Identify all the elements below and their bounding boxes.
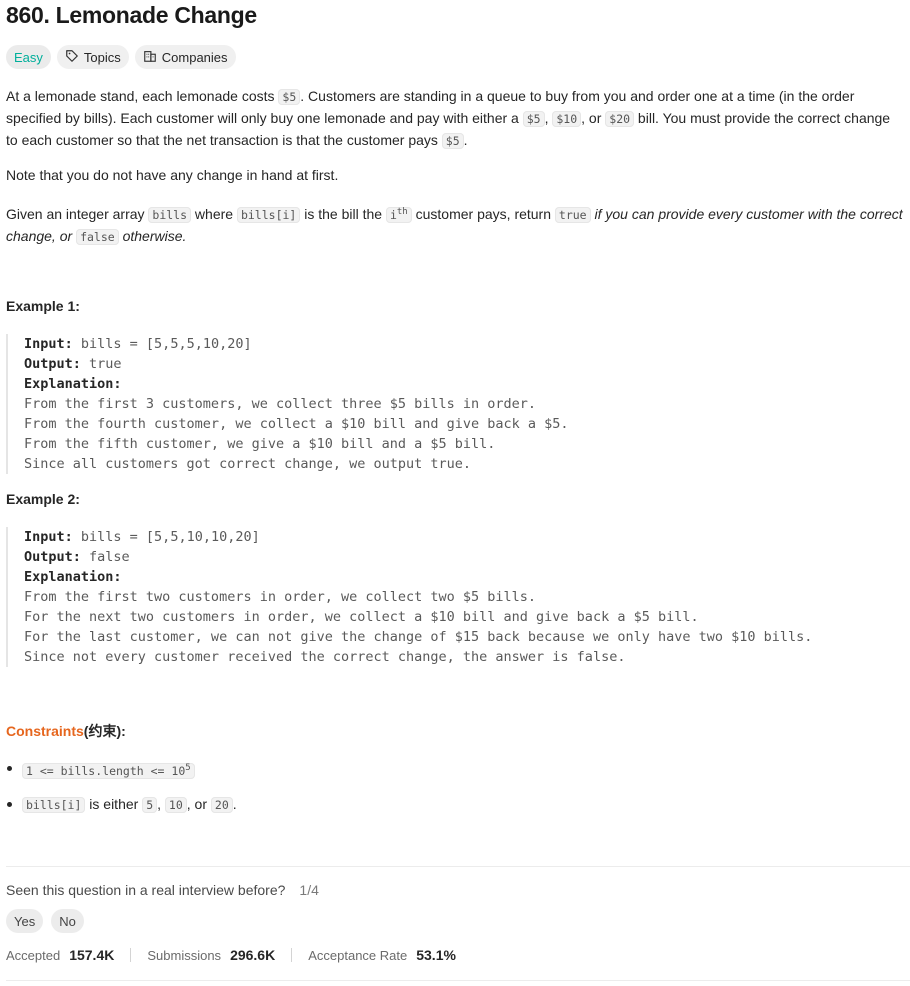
constraint-item: 1 <= bills.length <= 105 [6,757,904,782]
companies-button[interactable]: Companies [134,45,236,69]
constraint-item: bills[i] is either 5, 10, or 20. [6,793,904,816]
companies-label: Companies [161,49,228,65]
no-button[interactable]: No [51,909,84,933]
difficulty-badge[interactable]: Easy [6,45,51,69]
example-2-heading: Example 2: [6,491,80,507]
description-paragraph-3: Given an integer array bills where bills… [6,205,903,245]
acceptance-rate-label: Acceptance Rate [308,947,408,963]
tag-row: Easy Topics Companies [6,45,236,69]
accepted-value: 157.4K [69,947,115,963]
yes-button[interactable]: Yes [6,909,44,933]
divider [6,980,910,981]
submissions-label: Submissions [147,947,222,963]
example-2-block: Input: bills = [5,5,10,10,20] Output: fa… [6,527,910,667]
problem-title: 860. Lemonade Change [6,2,257,28]
accepted-label: Accepted [6,947,61,963]
topics-label: Topics [83,49,121,65]
constraints-list: 1 <= bills.length <= 105 bills[i] is eit… [6,757,904,816]
feedback-buttons: Yes No [6,909,904,933]
interview-feedback: Seen this question in a real interview b… [6,882,319,898]
acceptance-rate-value: 53.1% [416,947,456,963]
description-paragraph-2: Note that you do not have any change in … [6,167,339,183]
description-paragraph-1: At a lemonade stand, each lemonade costs… [6,88,891,149]
stats-row: Accepted 157.4K Submissions 296.6K Accepta… [6,947,904,963]
building-icon [143,49,157,66]
submissions-value: 296.6K [230,947,276,963]
example-1-block: Input: bills = [5,5,5,10,20] Output: tru… [6,334,910,474]
feedback-count: 1/4 [299,882,319,898]
topics-button[interactable]: Topics [56,45,129,69]
divider [6,866,910,867]
constraints-heading: Constraints(约束): [6,723,126,739]
tag-icon [65,49,79,66]
example-1-heading: Example 1: [6,298,80,314]
